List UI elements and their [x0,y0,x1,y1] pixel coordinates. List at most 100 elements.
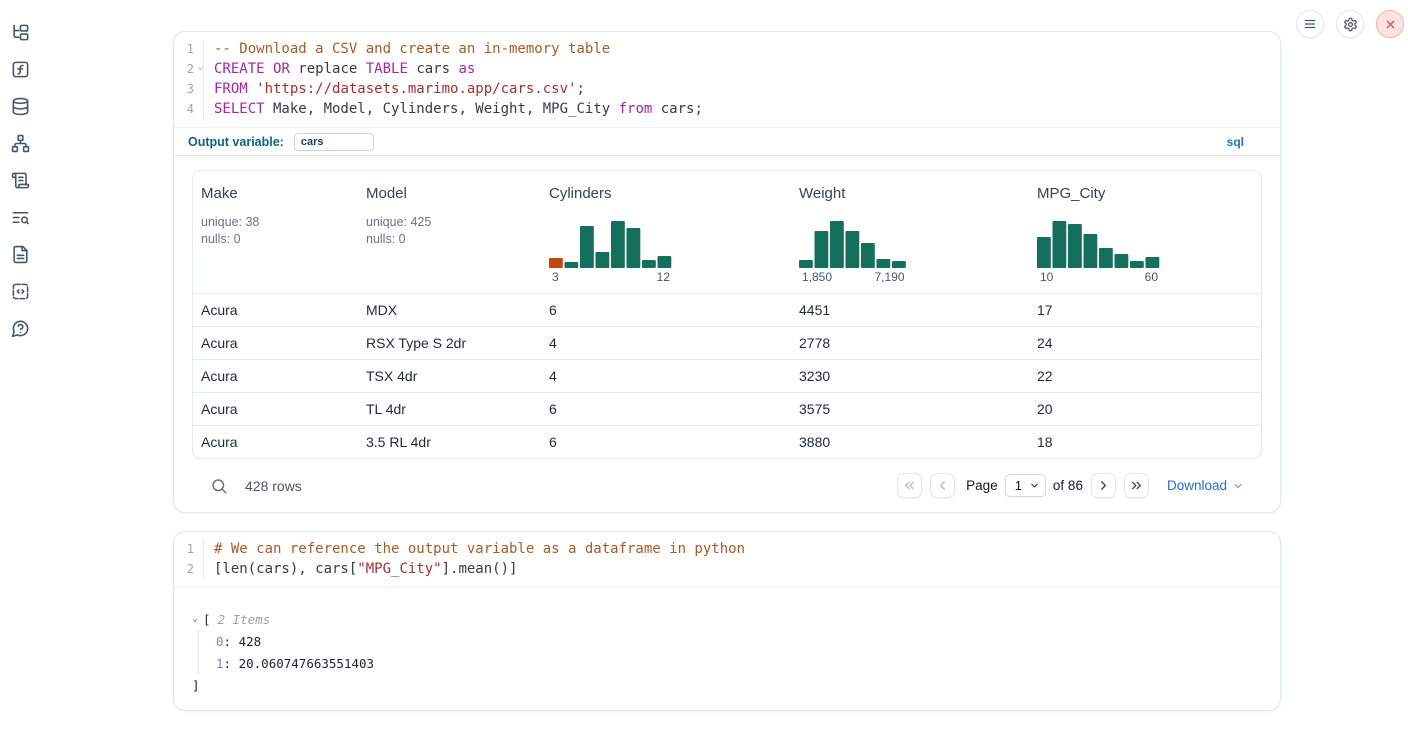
table-row: AcuraRSX Type S 2dr4277824 [193,326,1261,359]
prev-page-button[interactable] [930,473,955,498]
table-footer: 428 rows Page 1 of 86 [192,459,1262,498]
nulls-count: nulls: 0 [366,231,541,248]
database-icon[interactable] [11,97,30,116]
tree-value: 428 [239,634,262,649]
code-line[interactable]: 3FROM 'https://datasets.marimo.app/cars.… [174,79,1280,99]
table-cell: 22 [1029,368,1261,384]
table-cell: 4 [541,335,791,351]
language-badge: sql [1227,135,1244,149]
data-table: Make unique: 38 nulls: 0 Model unique: 4… [192,170,1262,459]
menu-button[interactable] [1296,10,1324,38]
topbar [1296,10,1404,38]
column-header-weight: Weight 1,8507,190 [791,171,1029,293]
hist-min-label: 10 [1040,270,1053,284]
table-cell: Acura [193,401,358,417]
row-count: 428 rows [245,478,302,494]
python-editor[interactable]: 1# We can reference the output variable … [174,532,1280,588]
hist-min-label: 1,850 [802,270,832,284]
output-variable-label: Output variable: [188,135,284,149]
hist-max-label: 60 [1145,270,1158,284]
search-icon[interactable] [210,477,228,495]
functions-icon[interactable] [11,60,30,79]
table-body: AcuraMDX6445117AcuraRSX Type S 2dr427782… [193,293,1261,458]
column-header-make: Make unique: 38 nulls: 0 [193,171,358,293]
file-tree-icon[interactable] [11,23,30,42]
code-line[interactable]: 1-- Download a CSV and create an in-memo… [174,39,1280,59]
download-button[interactable]: Download [1167,478,1244,493]
table-cell: TL 4dr [358,401,541,417]
weight-histogram: 1,8507,190 [799,216,1029,284]
document-icon[interactable] [11,245,30,264]
items-count: 2 Items [218,612,271,627]
sql-editor[interactable]: 1-- Download a CSV and create an in-memo… [174,32,1280,128]
tree-value: 20.060747663551403 [239,656,374,671]
table-row: AcuraMDX6445117 [193,293,1261,326]
table-cell: 3880 [791,434,1029,450]
sidebar [11,23,30,338]
mpg-city-histogram: 10 60 [1037,216,1261,284]
last-page-button[interactable] [1124,473,1149,498]
collapse-chevron-icon[interactable]: ⌄ [192,614,198,624]
first-page-button[interactable] [897,473,922,498]
table-cell: 6 [541,302,791,318]
table-cell: Acura [193,302,358,318]
help-icon[interactable] [11,319,30,338]
next-page-button[interactable] [1091,473,1116,498]
table-cell: 2778 [791,335,1029,351]
python-output-tree: ⌄ [ 2 Items 0: 428 1: 20.060747663551403… [174,587,1280,696]
table-cell: 24 [1029,335,1261,351]
nulls-count: nulls: 0 [201,231,358,248]
python-cell: 1# We can reference the output variable … [173,531,1281,711]
chevron-down-icon [1029,480,1040,491]
hist-max-label: 12 [657,270,670,284]
sql-output: Make unique: 38 nulls: 0 Model unique: 4… [174,156,1280,498]
chevron-down-icon [1232,480,1244,492]
table-cell: 20 [1029,401,1261,417]
table-cell: 4 [541,368,791,384]
tree-entry: 0: 428 [216,630,1264,652]
table-cell: RSX Type S 2dr [358,335,541,351]
scroll-logs-icon[interactable] [11,171,30,190]
table-row: AcuraTSX 4dr4323022 [193,359,1261,392]
table-cell: 4451 [791,302,1029,318]
table-row: Acura3.5 RL 4dr6388018 [193,425,1261,458]
output-variable-input[interactable] [294,133,374,151]
page-total: of 86 [1053,478,1083,493]
text-search-icon[interactable] [11,208,30,227]
shutdown-button[interactable] [1376,10,1404,38]
bracket-close: ] [192,678,200,693]
table-cell: MDX [358,302,541,318]
code-line[interactable]: 1# We can reference the output variable … [174,539,1280,559]
table-cell: Acura [193,368,358,384]
table-cell: 3230 [791,368,1029,384]
sql-cell: 1-- Download a CSV and create an in-memo… [173,31,1281,513]
fold-chevron-icon[interactable]: ⌄ [198,63,203,72]
table-cell: 3.5 RL 4dr [358,434,541,450]
unique-count: unique: 38 [201,214,358,231]
table-cell: 6 [541,434,791,450]
dependency-graph-icon[interactable] [11,134,30,153]
line-number: 1 [174,539,204,559]
column-header-model: Model unique: 425 nulls: 0 [358,171,541,293]
page-label: Page [966,478,998,493]
table-cell: Acura [193,434,358,450]
column-header-cylinders: Cylinders 312 [541,171,791,293]
settings-button[interactable] [1336,10,1364,38]
code-line[interactable]: 4SELECT Make, Model, Cylinders, Weight, … [174,99,1280,119]
line-number: 2⌄ [174,59,204,79]
cylinders-histogram: 312 [549,216,791,284]
snippets-icon[interactable] [11,282,30,301]
line-number: 1 [174,39,204,59]
table-cell: 17 [1029,302,1261,318]
table-cell: 18 [1029,434,1261,450]
table-cell: 6 [541,401,791,417]
line-number: 2 [174,559,204,579]
code-line[interactable]: 2⌄CREATE OR replace TABLE cars as [174,59,1280,79]
page-select[interactable]: 1 [1005,474,1046,497]
table-cell: TSX 4dr [358,368,541,384]
line-number: 3 [174,79,204,99]
code-line[interactable]: 2[len(cars), cars["MPG_City"].mean()] [174,559,1280,579]
unique-count: unique: 425 [366,214,541,231]
column-header-mpg-city: MPG_City 1060 [1029,171,1261,293]
output-variable-row: Output variable: sql [174,128,1280,156]
